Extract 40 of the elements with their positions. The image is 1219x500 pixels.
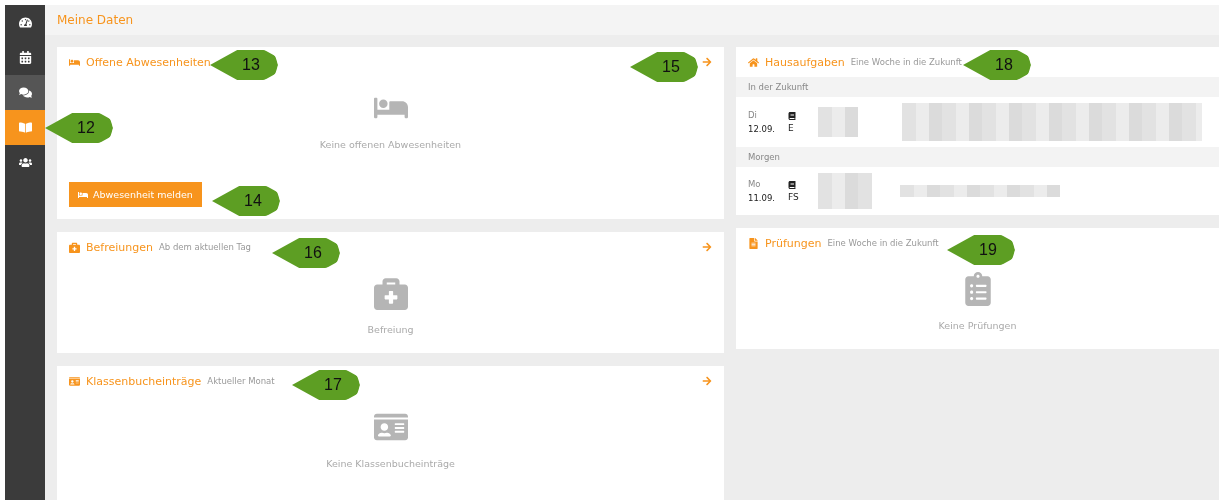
weekday: Di [748, 110, 758, 120]
empty-message: Befreiung [367, 324, 414, 335]
document-icon [748, 237, 759, 249]
id-card-icon [69, 375, 80, 387]
open-book-icon [18, 121, 32, 134]
report-absence-button[interactable]: Abwesenheit melden [69, 182, 202, 207]
empty-message: Keine Prüfungen [938, 320, 1017, 331]
subject: E [788, 122, 795, 133]
group-label: Morgen [748, 152, 780, 162]
medical-case-icon [69, 241, 80, 253]
card-title: Befreiungen [86, 240, 153, 254]
weekday: Mo [748, 179, 762, 189]
card-title: Klassenbucheinträge [86, 374, 202, 388]
medical-case-icon [373, 276, 408, 310]
card-subtitle: Aktueller Monat [207, 376, 275, 386]
card-title: Prüfungen [765, 236, 822, 250]
chat-bubbles-icon [18, 86, 32, 99]
card-subtitle: Eine Woche in die Zukunft [850, 57, 962, 67]
house-icon [748, 56, 759, 68]
book-icon [788, 111, 796, 120]
card-title: Hausaufgaben [765, 55, 845, 69]
page-title: Meine Daten [57, 13, 134, 27]
date: 12.09. [748, 124, 774, 134]
calendar-icon [18, 51, 32, 64]
bed-icon [78, 189, 88, 200]
card-subtitle: Ab dem aktuellen Tag [158, 242, 251, 252]
empty-message: Keine Klassenbucheinträge [326, 458, 455, 469]
card-subtitle: Eine Woche in die Zukunft [827, 238, 939, 248]
users-icon [18, 156, 32, 169]
card-title: Offene Abwesenheiten [86, 55, 211, 69]
book-icon [788, 180, 796, 189]
bed-icon [69, 56, 80, 68]
group-label: In der Zukunft [748, 82, 809, 92]
dashboard-icon [18, 16, 32, 29]
subject: FS [788, 191, 800, 202]
blurred-text [818, 173, 872, 209]
date: 11.09. [748, 193, 774, 203]
empty-message: Keine offenen Abwesenheiten [319, 139, 462, 150]
blurred-text [818, 107, 858, 137]
nav-item[interactable] [5, 75, 45, 110]
